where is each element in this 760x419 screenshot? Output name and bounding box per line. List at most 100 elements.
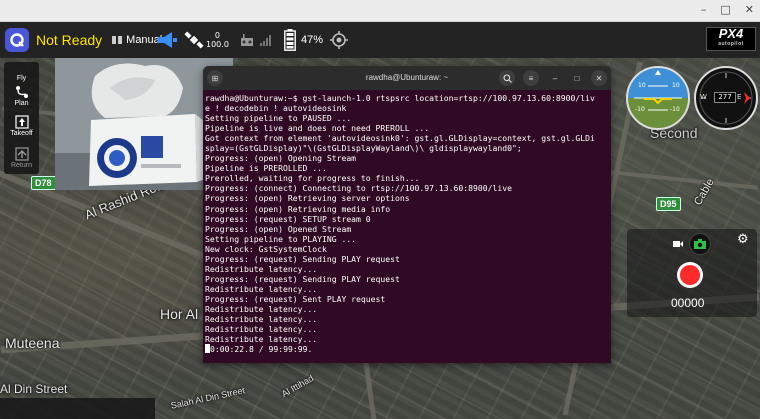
pitch-down-label-left: -10	[635, 106, 645, 113]
map-label: Al Din Street	[0, 382, 68, 396]
terminal-output[interactable]: rawdha@Ubunturaw:~$ gst-launch-1.0 rtsps…	[203, 90, 611, 354]
return-home-icon	[14, 147, 29, 161]
terminal-line: Progress: (connect) Connecting to rtsp:/…	[205, 183, 512, 194]
minimize-button[interactable]: –	[547, 70, 563, 86]
gps-values: 0 100.0	[206, 31, 229, 49]
tool-return-label: Return	[10, 162, 32, 169]
px4-logo-subtext: autopilot	[718, 41, 744, 47]
window-titlebar: – □ ✕	[0, 0, 760, 22]
terminal-line: Redistribute latency...	[205, 303, 318, 314]
terminal-line: Redistribute latency...	[205, 283, 318, 294]
tool-fly-label: Fly	[16, 75, 27, 82]
hamburger-menu-button[interactable]: ≡	[523, 70, 539, 86]
terminal-line: New clock: GstSystemClock	[205, 243, 327, 254]
photo-mode-button[interactable]	[689, 233, 711, 255]
compass-west-label: W	[700, 93, 707, 101]
hamburger-icon: ≡	[528, 73, 534, 83]
px4-logo-text: PX4	[718, 26, 744, 41]
messages-indicator[interactable]	[156, 22, 178, 58]
signal-bars-icon	[260, 35, 271, 46]
megaphone-icon	[158, 32, 177, 48]
battery-percent: 47%	[301, 34, 324, 46]
terminal-last-line: 0:00:22.8 / 99:99:99.	[210, 344, 313, 355]
terminal-line: Setting pipeline to PLAYING ...	[205, 233, 357, 244]
search-button[interactable]	[499, 70, 515, 86]
tool-plan[interactable]: Plan	[4, 82, 39, 110]
crosshair-icon	[330, 31, 348, 49]
tool-strip: Fly Plan Takeoff Return	[4, 62, 39, 174]
terminal-line: Redistribute latency...	[205, 263, 318, 274]
compass-east-label: E	[737, 93, 742, 101]
road-sign: D95	[656, 197, 681, 211]
battery-indicator[interactable]: 47%	[284, 22, 323, 58]
gps-indicator[interactable]: 0 100.0	[184, 22, 229, 58]
camera-control-panel: ⚙ 00000	[627, 229, 757, 317]
rc-rssi-indicator[interactable]	[240, 22, 272, 58]
compass-indicator: W E 277	[694, 66, 758, 130]
pitch-up-label-left: 10	[638, 82, 646, 89]
px4-logo: PX4 autopilot	[706, 27, 756, 51]
terminal-line: Redistribute latency...	[205, 314, 318, 325]
minimize-icon[interactable]: –	[701, 3, 707, 16]
terminal-window[interactable]: ⊞ rawdha@Ubunturaw: ~ ≡ – □ ✕ rawdha@Ubu…	[203, 66, 611, 363]
plan-route-icon	[15, 86, 28, 98]
flight-mode-icon	[112, 36, 123, 44]
maximize-icon[interactable]: □	[720, 3, 730, 16]
road-sign: D78	[31, 176, 56, 190]
terminal-line: Progress: (open) Opened Stream	[205, 223, 352, 234]
terminal-line: splay=(GstGLDisplay)"\(GstGLDisplayWayla…	[205, 143, 522, 154]
app-menu-button[interactable]	[5, 28, 29, 52]
map-label: Salah Al Din Street	[169, 385, 246, 411]
qgc-logo-icon	[10, 33, 24, 47]
rc-transmitter-icon	[241, 34, 253, 46]
gps-hdop: 100.0	[206, 40, 229, 49]
pitch-up-label-right: 10	[672, 82, 680, 89]
record-icon	[680, 265, 700, 285]
maximize-icon: □	[574, 73, 580, 83]
minimize-icon: –	[552, 73, 558, 83]
takeoff-icon	[14, 115, 29, 129]
terminal-line: Pipeline is live and does not need PRERO…	[205, 123, 430, 134]
compass-heading: 277	[714, 92, 736, 103]
tool-plan-label: Plan	[14, 100, 29, 107]
map-label: Hor Al	[160, 306, 199, 322]
pitch-down-label-right: -10	[670, 106, 680, 113]
attitude-indicator: 10 10 -10 -10	[626, 66, 690, 130]
tool-takeoff-label: Takeoff	[10, 130, 33, 137]
satellite-count: 0	[214, 31, 220, 40]
rtk-gps-indicator[interactable]	[330, 22, 348, 58]
terminal-line: Progress: (open) Retrieving server optio…	[205, 193, 410, 204]
satellite-icon	[184, 31, 204, 49]
terminal-line: e ! decodebin ! autovideosink	[205, 103, 347, 114]
map-overlay-panel	[0, 398, 155, 419]
camera-icon	[694, 239, 706, 249]
terminal-line: Prerolled, waiting for progress to finis…	[205, 173, 420, 184]
window-controls: – □ ✕	[701, 3, 754, 16]
terminal-line: Setting pipeline to PAUSED ...	[205, 113, 352, 124]
terminal-line: Progress: (open) Retrieving media info	[205, 203, 391, 214]
terminal-line: Progress: (request) Sending PLAY request	[205, 273, 400, 284]
map-label: Al Ittihad	[279, 372, 316, 400]
terminal-line: rawdha@Ubunturaw:~$ gst-launch-1.0 rtsps…	[205, 93, 595, 103]
camera-settings-gear-icon[interactable]: ⚙	[737, 232, 749, 247]
recording-counter: 00000	[671, 296, 705, 310]
terminal-line: Got context from element 'autovideosink0…	[205, 133, 595, 144]
tool-fly[interactable]: Fly	[4, 62, 39, 82]
record-button[interactable]	[677, 262, 703, 288]
battery-icon	[284, 29, 296, 51]
tool-takeoff[interactable]: Takeoff	[4, 110, 39, 142]
attitude-ladder	[634, 70, 682, 111]
flight-mode-selector[interactable]: Manual	[112, 34, 162, 46]
video-mode-icon[interactable]	[673, 240, 683, 248]
search-icon	[502, 73, 512, 83]
terminal-line: Pipeline is PREROLLED ...	[205, 163, 327, 174]
close-button[interactable]: ✕	[591, 70, 607, 86]
maximize-button[interactable]: □	[569, 70, 585, 86]
map-label: Muteena	[5, 335, 60, 351]
tool-return[interactable]: Return	[4, 142, 39, 174]
vehicle-status[interactable]: Not Ready	[36, 32, 102, 48]
close-icon[interactable]: ✕	[745, 3, 754, 16]
terminal-line: Progress: (request) Sent PLAY request	[205, 293, 386, 304]
terminal-line: Progress: (open) Opening Stream	[205, 153, 357, 164]
terminal-titlebar: ⊞ rawdha@Ubunturaw: ~ ≡ – □ ✕	[203, 66, 611, 90]
